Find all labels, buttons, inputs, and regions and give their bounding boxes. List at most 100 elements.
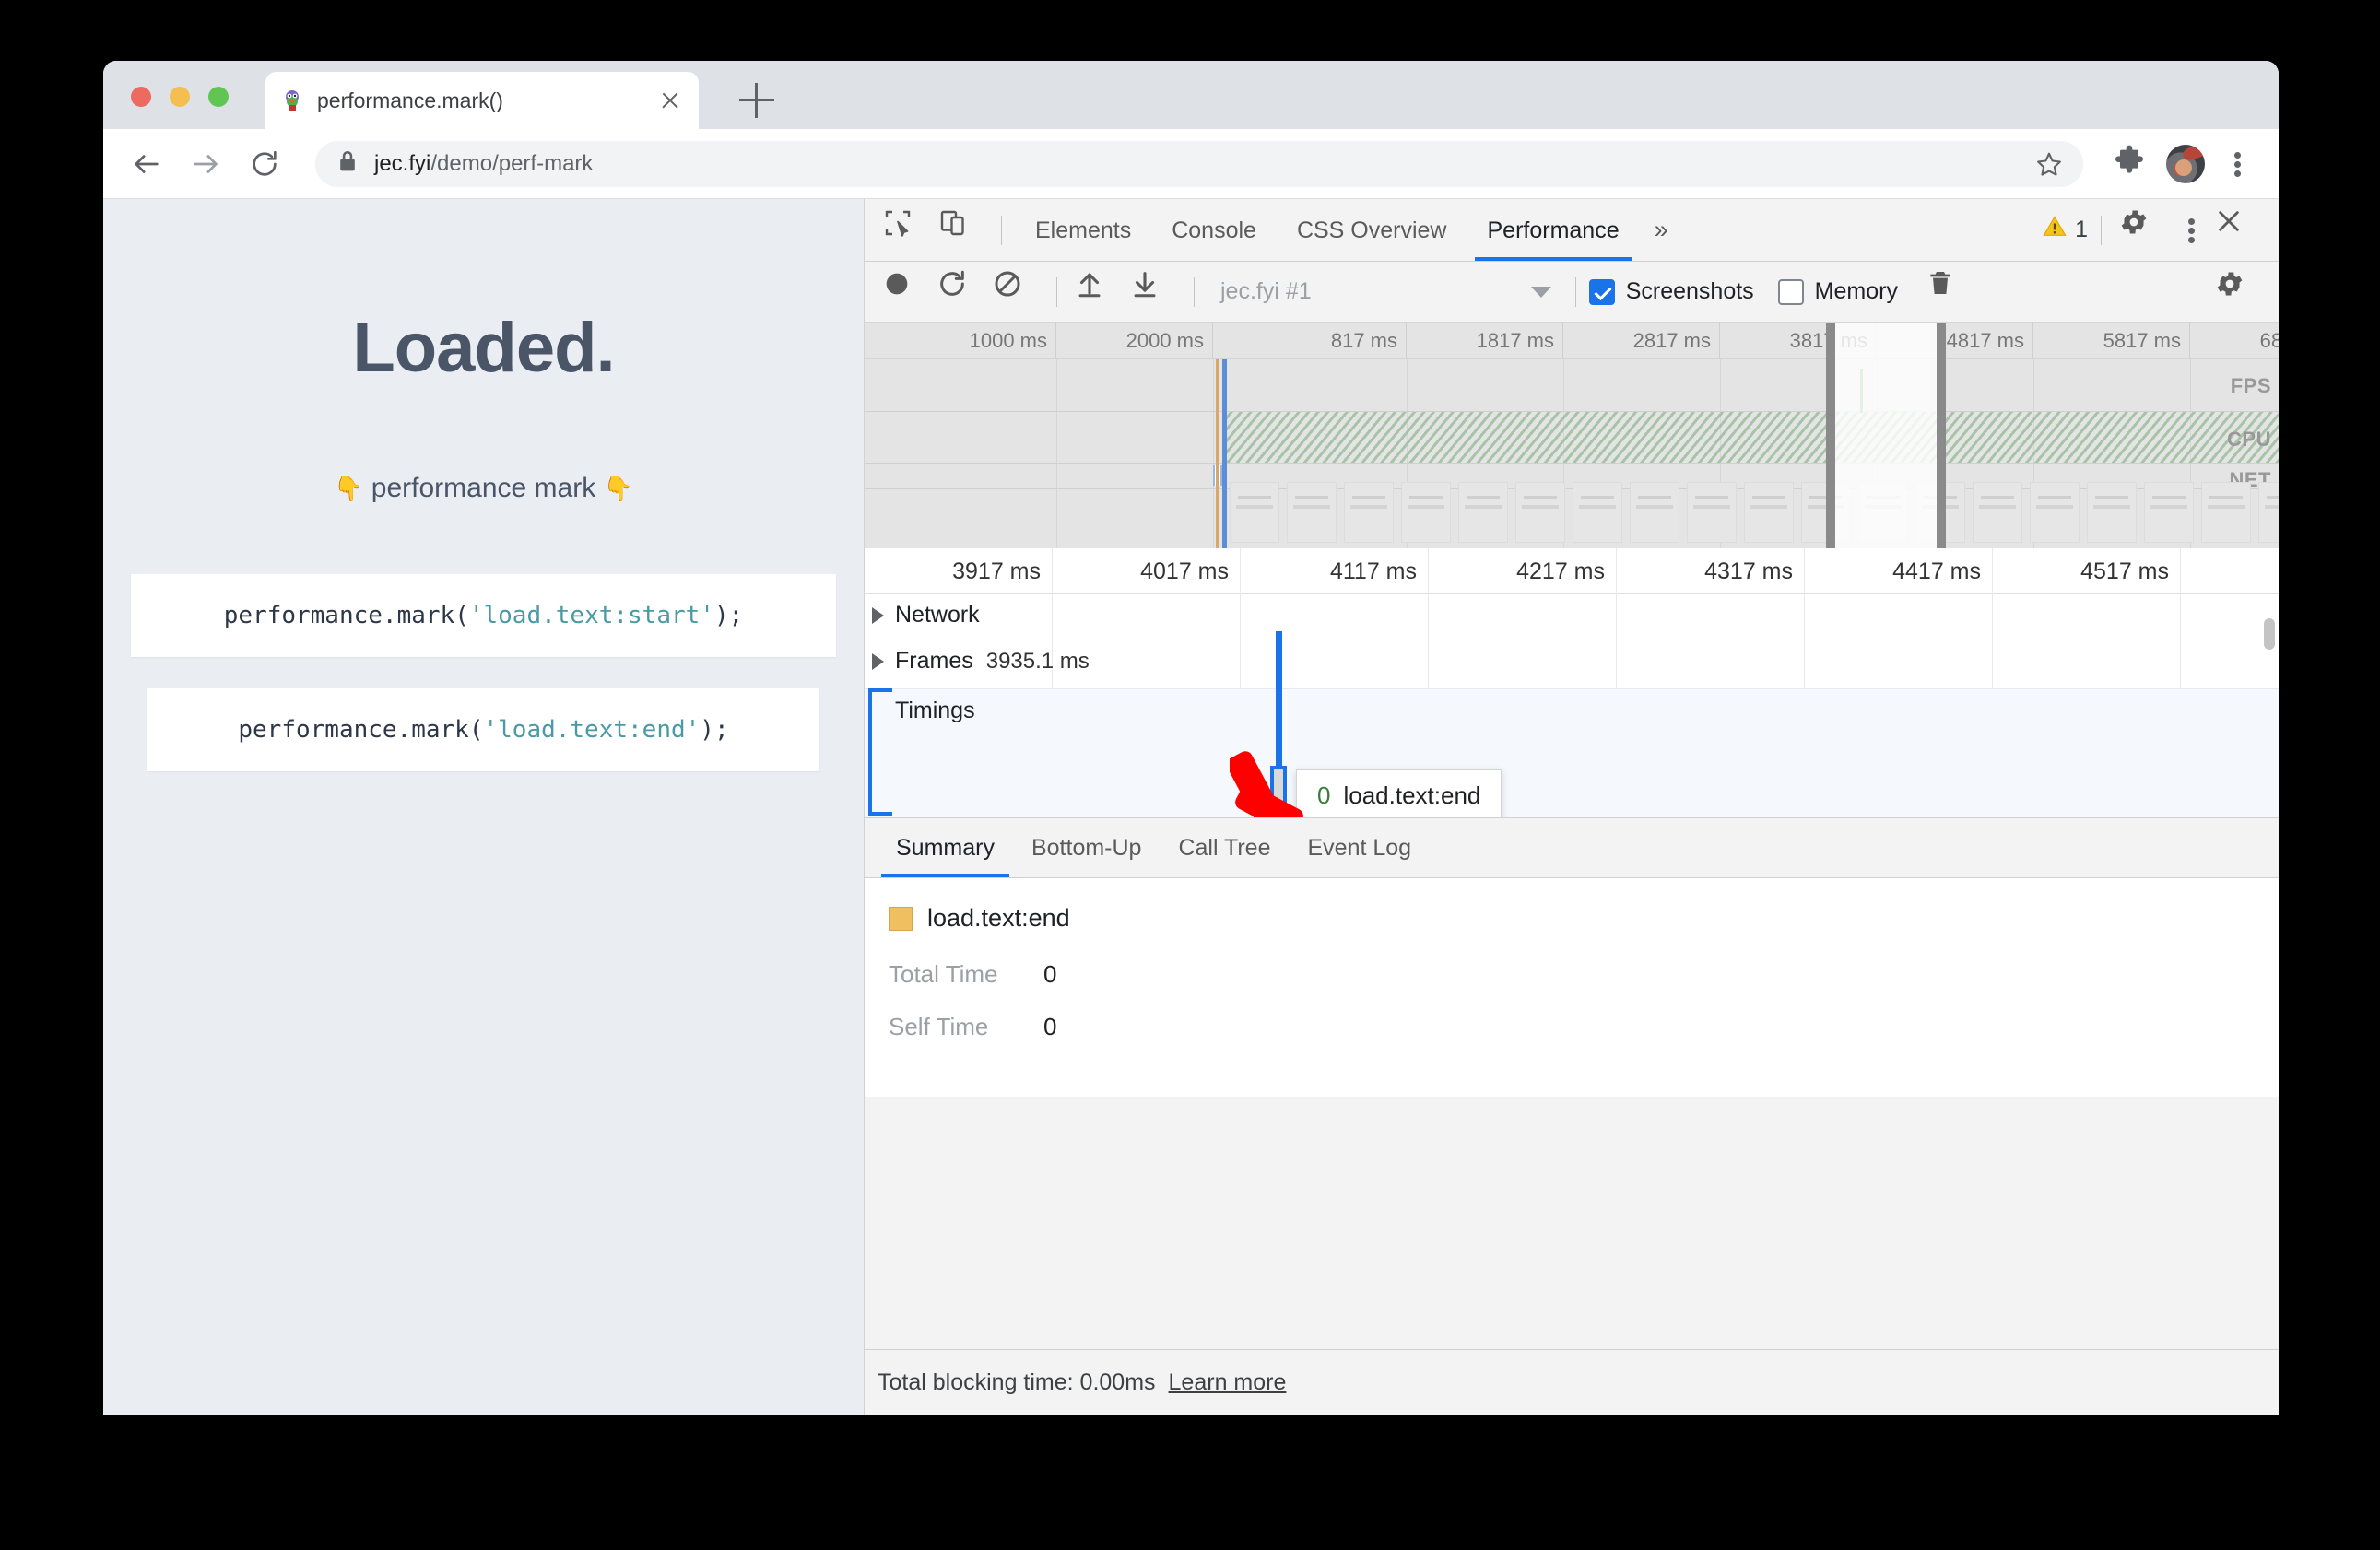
filmstrip-frame[interactable]: [1230, 482, 1279, 543]
expand-triangle-icon[interactable]: [872, 652, 884, 670]
track-network[interactable]: Network: [865, 602, 980, 628]
star-icon[interactable]: [2035, 150, 2063, 182]
screenshots-checkbox[interactable]: Screenshots: [1588, 278, 1754, 305]
timings-track-band[interactable]: [865, 688, 2279, 817]
code2-post: );: [700, 716, 729, 744]
detail-tab-event-log[interactable]: Event Log: [1290, 818, 1431, 877]
detail-tab-call-tree[interactable]: Call Tree: [1160, 818, 1289, 877]
upload-arrow-icon[interactable]: [1074, 268, 1122, 316]
overview-graphs[interactable]: FPS CPU NET: [865, 359, 2279, 548]
trash-icon[interactable]: [1926, 268, 1974, 316]
code1-string: 'load.text:start': [468, 602, 714, 629]
screenshots-label: Screenshots: [1625, 278, 1754, 304]
overview-selection-window[interactable]: [1826, 323, 1946, 548]
summary-row-self-time: Self Time 0: [889, 1013, 2255, 1041]
filmstrip-frame[interactable]: [1458, 482, 1508, 543]
tooltip-name: load.text:end: [1343, 781, 1481, 809]
screenshots-checkbox-box[interactable]: [1588, 278, 1615, 305]
new-tab-button[interactable]: [739, 83, 774, 118]
detail-tab-summary[interactable]: Summary: [878, 818, 1013, 877]
flame-ruler: 3917 ms 4017 ms 4117 ms 4217 ms 4317 ms …: [865, 548, 2279, 817]
total-blocking-time-text: Total blocking time: 0.00ms: [878, 1369, 1156, 1395]
filmstrip-frame[interactable]: [2030, 482, 2080, 543]
filmstrip-frame[interactable]: [2087, 482, 2137, 543]
filmstrip-frame[interactable]: [1344, 482, 1394, 543]
back-arrow-icon[interactable]: [125, 143, 168, 185]
profile-avatar[interactable]: [2166, 144, 2205, 183]
warning-indicator[interactable]: 1: [2042, 214, 2088, 246]
devtools-tab-bar: Elements Console CSS Overview Performanc…: [865, 199, 2279, 262]
close-window-button[interactable]: [131, 87, 151, 107]
filmstrip-frame[interactable]: [2258, 482, 2279, 543]
filmstrip-frame[interactable]: [2201, 482, 2251, 543]
devtools-menu-kebab-icon[interactable]: [2174, 210, 2210, 251]
tab-elements[interactable]: Elements: [1015, 200, 1151, 261]
close-tab-button[interactable]: [656, 87, 684, 114]
more-tabs-icon[interactable]: »: [1640, 216, 1683, 244]
self-time-value: 0: [1043, 1013, 1057, 1040]
track-frames[interactable]: Frames 3935.1 ms: [865, 648, 1090, 675]
toolbar-divider-2: [2101, 215, 2102, 245]
minimize-window-button[interactable]: [170, 87, 190, 107]
forward-arrow-icon[interactable]: [184, 143, 227, 185]
track-timings[interactable]: Timings: [865, 698, 975, 724]
filmstrip[interactable]: [865, 482, 2279, 548]
device-toolbar-icon[interactable]: [937, 206, 984, 254]
maximize-window-button[interactable]: [208, 87, 229, 107]
tab-css-overview[interactable]: CSS Overview: [1277, 200, 1467, 261]
page-title: Loaded.: [352, 309, 615, 387]
filmstrip-frame[interactable]: [1573, 482, 1622, 543]
timeline-overview[interactable]: 1000 ms 2000 ms 817 ms 1817 ms 2817 ms 3…: [865, 323, 2279, 548]
expand-triangle-icon[interactable]: [872, 606, 884, 624]
overview-tick: 1000 ms: [865, 323, 1056, 359]
code1-post: );: [713, 602, 744, 629]
capture-settings-gear-icon[interactable]: [2214, 268, 2262, 316]
reload-record-icon[interactable]: [937, 268, 984, 316]
detail-empty-area: [865, 1097, 2279, 1349]
session-selector[interactable]: jec.fyi #1: [1220, 278, 1312, 305]
overview-tick: 2000 ms: [1056, 323, 1213, 359]
reload-icon[interactable]: [243, 143, 286, 185]
chevron-down-icon[interactable]: [1530, 286, 1551, 298]
filmstrip-frame[interactable]: [1287, 482, 1337, 543]
inspect-icon[interactable]: [881, 206, 929, 254]
filmstrip-frame[interactable]: [1515, 482, 1565, 543]
filmstrip-frame[interactable]: [2144, 482, 2194, 543]
puzzle-icon[interactable]: [2111, 144, 2151, 184]
close-icon[interactable]: [2214, 206, 2262, 254]
browser-tab[interactable]: performance.mark(): [265, 72, 699, 129]
download-arrow-icon[interactable]: [1129, 268, 1177, 316]
filmstrip-frame[interactable]: [1687, 482, 1737, 543]
track-network-label: Network: [895, 602, 980, 628]
content-split: Loaded. 👇 performance mark 👇 performance…: [103, 199, 2279, 1415]
party-parrot-favicon: [280, 88, 304, 112]
timeline-mark-frames[interactable]: [1276, 631, 1282, 688]
page-subtitle: 👇 performance mark 👇: [103, 473, 864, 504]
memory-label: Memory: [1814, 278, 1898, 304]
clear-recording-icon[interactable]: [992, 268, 1040, 316]
memory-checkbox[interactable]: Memory: [1777, 278, 1898, 305]
tab-title: performance.mark(): [317, 88, 503, 112]
learn-more-link[interactable]: Learn more: [1169, 1369, 1287, 1396]
flame-scrollbar-thumb[interactable]: [2264, 618, 2275, 650]
event-color-swatch: [889, 906, 913, 931]
filmstrip-frame[interactable]: [1973, 482, 2022, 543]
code-block-mark-start: performance.mark('load.text:start');: [131, 574, 836, 657]
browser-menu-kebab-icon[interactable]: [2220, 144, 2256, 184]
code1-pre: performance.mark(: [223, 602, 469, 629]
record-circle-icon[interactable]: [881, 268, 929, 316]
detail-tab-bottom-up[interactable]: Bottom-Up: [1013, 818, 1160, 877]
memory-checkbox-box[interactable]: [1777, 278, 1804, 305]
web-page-viewport: Loaded. 👇 performance mark 👇 performance…: [103, 199, 865, 1415]
filmstrip-frame[interactable]: [1401, 482, 1451, 543]
flame-chart[interactable]: 3917 ms 4017 ms 4117 ms 4217 ms 4317 ms …: [865, 548, 2279, 817]
tab-performance[interactable]: Performance: [1467, 200, 1640, 261]
gear-icon[interactable]: [2118, 206, 2166, 254]
url-input[interactable]: jec.fyi/demo/perf-mark: [315, 140, 2083, 187]
filmstrip-frame[interactable]: [1744, 482, 1794, 543]
tab-strip: performance.mark(): [103, 61, 2279, 129]
tab-console[interactable]: Console: [1151, 200, 1277, 261]
filmstrip-frame[interactable]: [1630, 482, 1679, 543]
summary-panel: load.text:end Total Time 0 Self Time 0: [865, 878, 2279, 1097]
code-block-mark-end: performance.mark('load.text:end');: [147, 688, 819, 771]
